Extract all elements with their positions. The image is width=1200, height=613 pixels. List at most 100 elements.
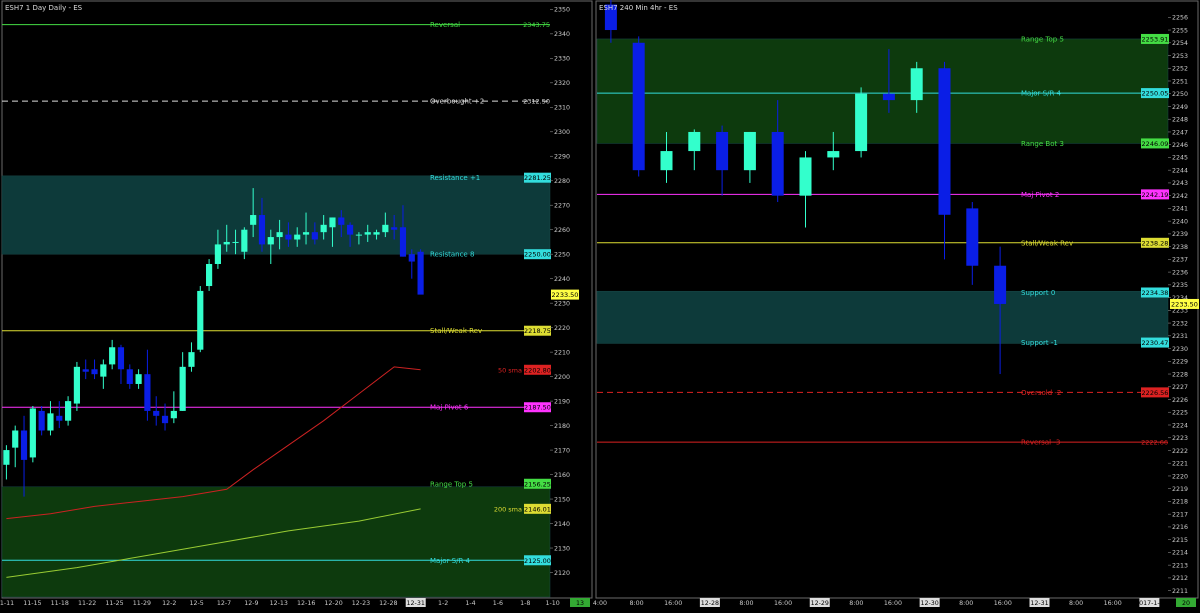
level-label-6: Range Top 5	[430, 480, 473, 488]
x-tick-label: 12-23	[352, 600, 370, 607]
y-tick-label: 2251	[1172, 78, 1188, 85]
x-tick-label: 12-9	[244, 600, 258, 607]
candle-body	[250, 215, 257, 225]
dual-chart-canvas: Reversal 2343.75 Overbought +2 2312.50 Resis…	[0, 0, 1200, 613]
candle-body	[355, 234, 362, 236]
4hr-chart-title: ESH7 240 Min 4hr - ES	[599, 4, 678, 12]
level-label-2: Range Bot 3	[1021, 140, 1064, 148]
level-label-1: Major S/R 4	[1021, 90, 1062, 98]
last-price-label: 2233.50	[1171, 300, 1198, 308]
y-tick-label: 2220	[554, 325, 570, 332]
candle-body	[267, 237, 274, 245]
x-tick-label: 12-7	[217, 600, 231, 607]
y-tick-label: 2160	[554, 472, 570, 479]
candle-body	[938, 68, 951, 215]
y-tick-label: 2216	[1172, 524, 1188, 531]
candle-body	[771, 131, 784, 196]
x-tick-label: 4:00	[593, 600, 607, 607]
level-label-0: Reversal	[430, 21, 460, 29]
level-price-3: 2250.00	[524, 251, 551, 259]
x-tick-label: 12-29	[811, 600, 829, 607]
candle-body	[338, 217, 345, 225]
y-tick-label: 2150	[554, 496, 570, 503]
y-tick-label: 2300	[554, 129, 570, 136]
y-tick-label: 2252	[1172, 66, 1188, 73]
candle-body	[285, 234, 292, 240]
level-label-4: Stall/Weak Rev	[430, 327, 482, 335]
level-label-3: Resistance 8	[430, 251, 474, 259]
x-tick-label: 12-2	[162, 600, 176, 607]
candle-body	[223, 241, 230, 245]
y-tick-label: 2280	[554, 178, 570, 185]
x-tick-label: 12-16	[297, 600, 315, 607]
zone-green-1	[1, 486, 551, 598]
candle-body	[320, 224, 327, 233]
x-tick-label: 20	[1182, 600, 1190, 607]
candle-body	[364, 232, 371, 235]
y-tick-label: 2260	[554, 227, 570, 234]
y-tick-label: 2237	[1172, 257, 1188, 264]
indicator-label-1: 200 sma	[494, 505, 522, 513]
y-tick-label: 2200	[554, 374, 570, 381]
y-tick-label: 2180	[554, 423, 570, 430]
x-tick-label: 11-22	[78, 600, 96, 607]
x-tick-label: 12-28	[701, 600, 719, 607]
y-tick-label: 2242	[1172, 193, 1188, 200]
y-tick-label: 2211	[1172, 588, 1188, 595]
x-tick-label: 12-28	[379, 600, 397, 607]
y-tick-label: 2250	[554, 252, 570, 259]
candle-body	[882, 93, 895, 101]
y-tick-label: 2340	[554, 31, 570, 38]
candle-body	[688, 131, 701, 152]
candle-body	[29, 408, 36, 458]
candle-body	[12, 430, 19, 448]
x-tick-label: 16:00	[1104, 600, 1122, 607]
x-tick-label: 1-10	[545, 600, 559, 607]
y-tick-label: 2224	[1172, 422, 1188, 429]
y-tick-label: 2310	[554, 105, 570, 112]
candle-body	[347, 224, 354, 235]
y-tick-label: 2240	[1172, 218, 1188, 225]
candle-body	[799, 157, 812, 196]
y-tick-label: 2236	[1172, 269, 1188, 276]
level-label-7: Major S/R 4	[430, 557, 471, 565]
y-tick-label: 2170	[554, 447, 570, 454]
y-tick-label: 2320	[554, 80, 570, 87]
y-tick-label: 2230	[554, 300, 570, 307]
candle-body	[144, 374, 151, 411]
candle-body	[910, 68, 923, 101]
y-tick-label: 2222	[1172, 448, 1188, 455]
candle-body	[632, 42, 645, 171]
candle-body	[382, 224, 389, 233]
candle-body	[294, 234, 301, 240]
candle-body	[38, 410, 45, 431]
y-tick-label: 2241	[1172, 206, 1188, 213]
level-label-5: Maj Pivot 6	[430, 404, 469, 412]
y-tick-label: 2140	[554, 521, 570, 528]
candle-body	[135, 374, 142, 384]
candle-body	[47, 413, 54, 431]
level-label-4: Stall/Weak Rev	[1021, 239, 1073, 247]
candle-body	[716, 131, 729, 171]
level-label-5: Support 0	[1021, 289, 1055, 297]
x-tick-label: 11-25	[105, 600, 123, 607]
y-tick-label: 2249	[1172, 104, 1188, 111]
y-tick-label: 2227	[1172, 384, 1188, 391]
level-label-7: Oversold -2	[1021, 389, 1061, 397]
x-tick-label: 16:00	[884, 600, 902, 607]
y-tick-label: 2215	[1172, 537, 1188, 544]
candle-body	[126, 369, 133, 384]
y-tick-label: 2226	[1172, 397, 1188, 404]
zone-teal-0	[1, 175, 551, 255]
x-tick-label: 1-2	[438, 600, 448, 607]
y-tick-label: 2248	[1172, 117, 1188, 124]
level-price-8: 2222.66	[1141, 439, 1168, 447]
y-tick-label: 2230	[1172, 346, 1188, 353]
level-price-1: 2250.05	[1142, 90, 1169, 98]
level-label-3: Maj Pivot 2	[1021, 191, 1059, 199]
candle-body	[329, 217, 336, 228]
y-tick-label: 2218	[1172, 499, 1188, 506]
y-tick-label: 2130	[554, 545, 570, 552]
y-tick-label: 2247	[1172, 129, 1188, 136]
y-tick-label: 2190	[554, 398, 570, 405]
